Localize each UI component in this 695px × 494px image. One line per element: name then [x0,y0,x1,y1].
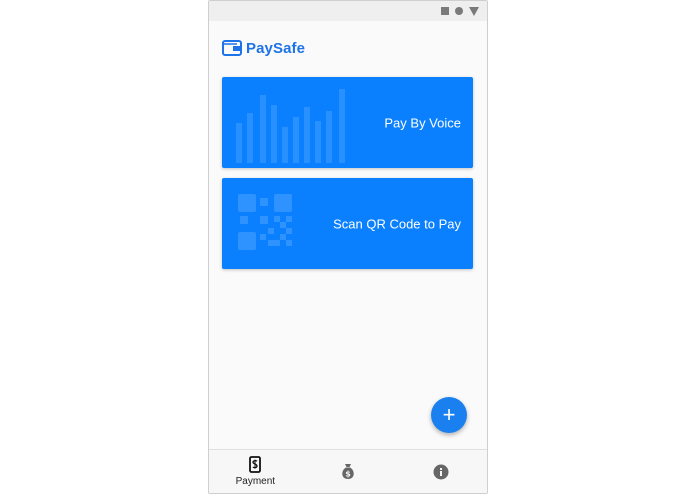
nav-item-wallet[interactable]: $ [302,450,395,493]
add-icon: + [442,402,456,427]
phone-dollar-icon [249,456,262,473]
voice-waveform-icon [236,89,345,163]
triangle-icon [469,6,479,16]
money-bag-icon: $ [342,464,354,479]
phone-frame: PaySafe Pay By Voice Scan QR Code to Pay… [208,0,488,494]
app-title: PaySafe [246,39,306,57]
nav-item-info[interactable] [394,450,487,493]
scan-qr-label: Scan QR Code to Pay [333,216,461,231]
svg-text:$: $ [345,470,351,479]
add-button[interactable]: + [431,397,467,433]
square-icon [441,7,449,15]
bottom-nav: Payment $ [209,449,487,493]
pay-by-voice-label: Pay By Voice [384,115,461,130]
circle-icon [455,7,463,15]
scan-qr-card[interactable]: Scan QR Code to Pay [222,178,473,269]
wallet-icon [222,40,242,56]
nav-label-payment: Payment [235,476,276,487]
status-bar [209,1,487,21]
info-icon [433,464,449,479]
app-header: PaySafe [222,39,305,57]
pay-by-voice-card[interactable]: Pay By Voice [222,77,473,168]
nav-item-payment[interactable]: Payment [209,450,302,493]
qr-code-icon [238,194,292,250]
